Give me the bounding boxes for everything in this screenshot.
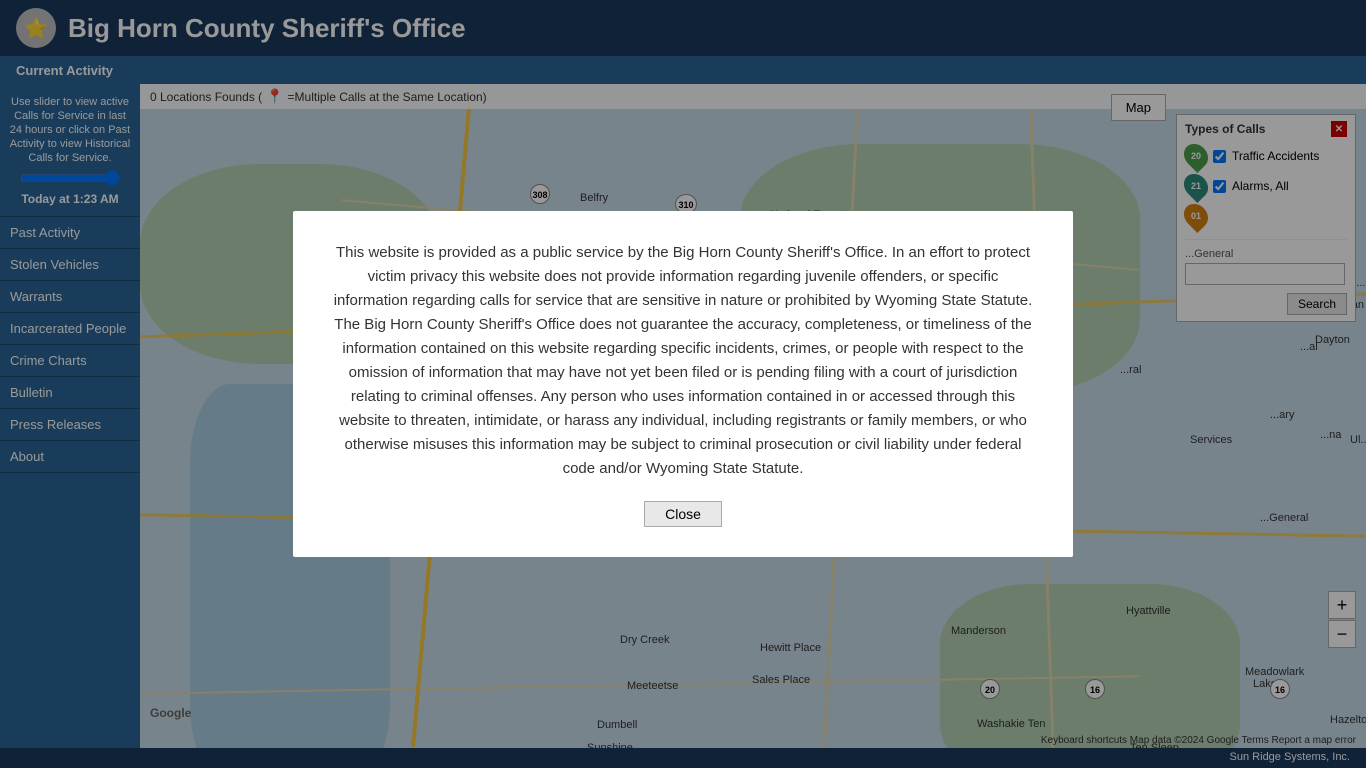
modal-body-text: This website is provided as a public ser… (333, 241, 1033, 481)
modal-overlay[interactable]: This website is provided as a public ser… (0, 0, 1366, 768)
modal-close-button[interactable]: Close (644, 501, 722, 527)
modal-dialog: This website is provided as a public ser… (293, 211, 1073, 557)
